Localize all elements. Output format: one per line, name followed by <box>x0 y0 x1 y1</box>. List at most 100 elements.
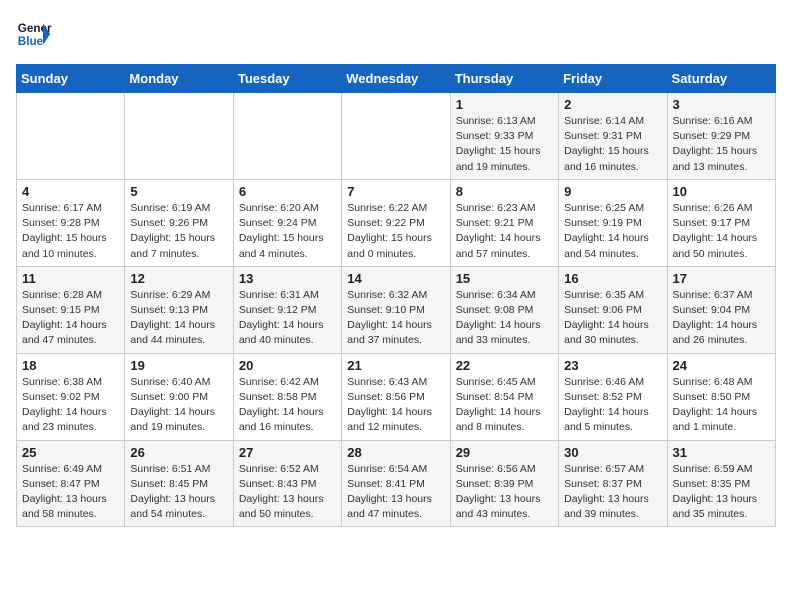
calendar-week-row: 1 Sunrise: 6:13 AM Sunset: 9:33 PM Daylig… <box>17 93 776 180</box>
day-info: Sunrise: 6:46 AM Sunset: 8:52 PM Dayligh… <box>564 375 661 436</box>
day-number: 18 <box>22 358 119 373</box>
svg-text:Blue: Blue <box>18 35 44 48</box>
calendar-cell: 7Sunrise: 6:22 AM Sunset: 9:22 PM Daylig… <box>342 179 450 266</box>
calendar-cell: 29 Sunrise: 6:56 AM Sunset: 8:39 PM Dayli… <box>450 440 558 527</box>
day-number: 15 <box>456 271 553 286</box>
calendar-cell <box>17 93 125 180</box>
day-number: 12 <box>130 271 227 286</box>
day-info: Sunrise: 6:29 AM Sunset: 9:13 PM Dayligh… <box>130 288 227 349</box>
calendar-table: SundayMondayTuesdayWednesdayThursdayFrid… <box>16 64 776 527</box>
day-info: Sunrise: 6:14 AM Sunset: 9:31 PM Dayligh… <box>564 114 661 175</box>
day-number: 17 <box>673 271 770 286</box>
day-info: Sunrise: 6:19 AM Sunset: 9:26 PM Dayligh… <box>130 201 227 262</box>
day-info: Sunrise: 6:40 AM Sunset: 9:00 PM Dayligh… <box>130 375 227 436</box>
calendar-cell: 8 Sunrise: 6:23 AM Sunset: 9:21 PM Daylig… <box>450 179 558 266</box>
calendar-cell: 5 Sunrise: 6:19 AM Sunset: 9:26 PM Daylig… <box>125 179 233 266</box>
day-info: Sunrise: 6:22 AM Sunset: 9:22 PM Dayligh… <box>347 201 444 262</box>
calendar-cell: 10Sunrise: 6:26 AM Sunset: 9:17 PM Dayli… <box>667 179 775 266</box>
day-number: 3 <box>673 97 770 112</box>
day-number: 28 <box>347 445 444 460</box>
calendar-cell <box>125 93 233 180</box>
day-info: Sunrise: 6:31 AM Sunset: 9:12 PM Dayligh… <box>239 288 336 349</box>
day-number: 26 <box>130 445 227 460</box>
calendar-cell: 26 Sunrise: 6:51 AM Sunset: 8:45 PM Dayli… <box>125 440 233 527</box>
day-info: Sunrise: 6:54 AM Sunset: 8:41 PM Dayligh… <box>347 462 444 523</box>
day-info: Sunrise: 6:38 AM Sunset: 9:02 PM Dayligh… <box>22 375 119 436</box>
calendar-cell: 13Sunrise: 6:31 AM Sunset: 9:12 PM Dayli… <box>233 266 341 353</box>
day-info: Sunrise: 6:20 AM Sunset: 9:24 PM Dayligh… <box>239 201 336 262</box>
calendar-cell: 22 Sunrise: 6:45 AM Sunset: 8:54 PM Dayli… <box>450 353 558 440</box>
calendar-cell <box>233 93 341 180</box>
calendar-cell: 31Sunrise: 6:59 AM Sunset: 8:35 PM Dayli… <box>667 440 775 527</box>
calendar-cell: 1 Sunrise: 6:13 AM Sunset: 9:33 PM Daylig… <box>450 93 558 180</box>
day-of-week-header: Thursday <box>450 65 558 93</box>
day-number: 14 <box>347 271 444 286</box>
day-info: Sunrise: 6:52 AM Sunset: 8:43 PM Dayligh… <box>239 462 336 523</box>
day-info: Sunrise: 6:34 AM Sunset: 9:08 PM Dayligh… <box>456 288 553 349</box>
day-info: Sunrise: 6:28 AM Sunset: 9:15 PM Dayligh… <box>22 288 119 349</box>
day-of-week-header: Tuesday <box>233 65 341 93</box>
day-number: 23 <box>564 358 661 373</box>
calendar-week-row: 4Sunrise: 6:17 AM Sunset: 9:28 PM Daylig… <box>17 179 776 266</box>
day-number: 9 <box>564 184 661 199</box>
day-of-week-header: Wednesday <box>342 65 450 93</box>
calendar-cell: 9 Sunrise: 6:25 AM Sunset: 9:19 PM Daylig… <box>559 179 667 266</box>
day-number: 29 <box>456 445 553 460</box>
day-number: 4 <box>22 184 119 199</box>
calendar-cell: 11 Sunrise: 6:28 AM Sunset: 9:15 PM Dayli… <box>17 266 125 353</box>
day-number: 25 <box>22 445 119 460</box>
calendar-cell: 27 Sunrise: 6:52 AM Sunset: 8:43 PM Dayli… <box>233 440 341 527</box>
calendar-cell: 12 Sunrise: 6:29 AM Sunset: 9:13 PM Dayli… <box>125 266 233 353</box>
calendar-cell: 24 Sunrise: 6:48 AM Sunset: 8:50 PM Dayli… <box>667 353 775 440</box>
day-info: Sunrise: 6:43 AM Sunset: 8:56 PM Dayligh… <box>347 375 444 436</box>
day-number: 21 <box>347 358 444 373</box>
day-number: 2 <box>564 97 661 112</box>
day-info: Sunrise: 6:48 AM Sunset: 8:50 PM Dayligh… <box>673 375 770 436</box>
calendar-cell: 14 Sunrise: 6:32 AM Sunset: 9:10 PM Dayli… <box>342 266 450 353</box>
day-info: Sunrise: 6:45 AM Sunset: 8:54 PM Dayligh… <box>456 375 553 436</box>
day-info: Sunrise: 6:49 AM Sunset: 8:47 PM Dayligh… <box>22 462 119 523</box>
day-info: Sunrise: 6:23 AM Sunset: 9:21 PM Dayligh… <box>456 201 553 262</box>
calendar-cell: 25 Sunrise: 6:49 AM Sunset: 8:47 PM Dayli… <box>17 440 125 527</box>
day-info: Sunrise: 6:37 AM Sunset: 9:04 PM Dayligh… <box>673 288 770 349</box>
page-header: General Blue <box>16 16 776 52</box>
day-info: Sunrise: 6:57 AM Sunset: 8:37 PM Dayligh… <box>564 462 661 523</box>
day-info: Sunrise: 6:13 AM Sunset: 9:33 PM Dayligh… <box>456 114 553 175</box>
day-number: 11 <box>22 271 119 286</box>
day-info: Sunrise: 6:16 AM Sunset: 9:29 PM Dayligh… <box>673 114 770 175</box>
day-number: 27 <box>239 445 336 460</box>
calendar-cell: 16Sunrise: 6:35 AM Sunset: 9:06 PM Dayli… <box>559 266 667 353</box>
calendar-week-row: 11 Sunrise: 6:28 AM Sunset: 9:15 PM Dayli… <box>17 266 776 353</box>
day-number: 22 <box>456 358 553 373</box>
day-info: Sunrise: 6:26 AM Sunset: 9:17 PM Dayligh… <box>673 201 770 262</box>
calendar-cell: 6Sunrise: 6:20 AM Sunset: 9:24 PM Daylig… <box>233 179 341 266</box>
calendar-cell: 20 Sunrise: 6:42 AM Sunset: 8:58 PM Dayli… <box>233 353 341 440</box>
calendar-cell: 21 Sunrise: 6:43 AM Sunset: 8:56 PM Dayli… <box>342 353 450 440</box>
calendar-week-row: 18 Sunrise: 6:38 AM Sunset: 9:02 PM Dayli… <box>17 353 776 440</box>
calendar-cell: 17 Sunrise: 6:37 AM Sunset: 9:04 PM Dayli… <box>667 266 775 353</box>
day-number: 1 <box>456 97 553 112</box>
day-number: 5 <box>130 184 227 199</box>
calendar-cell: 30 Sunrise: 6:57 AM Sunset: 8:37 PM Dayli… <box>559 440 667 527</box>
day-of-week-header: Saturday <box>667 65 775 93</box>
day-of-week-header: Monday <box>125 65 233 93</box>
day-number: 20 <box>239 358 336 373</box>
calendar-cell: 23 Sunrise: 6:46 AM Sunset: 8:52 PM Dayli… <box>559 353 667 440</box>
day-info: Sunrise: 6:56 AM Sunset: 8:39 PM Dayligh… <box>456 462 553 523</box>
day-info: Sunrise: 6:32 AM Sunset: 9:10 PM Dayligh… <box>347 288 444 349</box>
calendar-header-row: SundayMondayTuesdayWednesdayThursdayFrid… <box>17 65 776 93</box>
day-of-week-header: Friday <box>559 65 667 93</box>
calendar-cell: 19Sunrise: 6:40 AM Sunset: 9:00 PM Dayli… <box>125 353 233 440</box>
calendar-cell: 3 Sunrise: 6:16 AM Sunset: 9:29 PM Daylig… <box>667 93 775 180</box>
day-number: 24 <box>673 358 770 373</box>
day-info: Sunrise: 6:59 AM Sunset: 8:35 PM Dayligh… <box>673 462 770 523</box>
calendar-cell: 2 Sunrise: 6:14 AM Sunset: 9:31 PM Daylig… <box>559 93 667 180</box>
day-info: Sunrise: 6:42 AM Sunset: 8:58 PM Dayligh… <box>239 375 336 436</box>
day-number: 8 <box>456 184 553 199</box>
calendar-cell: 15 Sunrise: 6:34 AM Sunset: 9:08 PM Dayli… <box>450 266 558 353</box>
calendar-cell: 18 Sunrise: 6:38 AM Sunset: 9:02 PM Dayli… <box>17 353 125 440</box>
day-info: Sunrise: 6:25 AM Sunset: 9:19 PM Dayligh… <box>564 201 661 262</box>
day-info: Sunrise: 6:51 AM Sunset: 8:45 PM Dayligh… <box>130 462 227 523</box>
calendar-cell: 4Sunrise: 6:17 AM Sunset: 9:28 PM Daylig… <box>17 179 125 266</box>
day-number: 30 <box>564 445 661 460</box>
